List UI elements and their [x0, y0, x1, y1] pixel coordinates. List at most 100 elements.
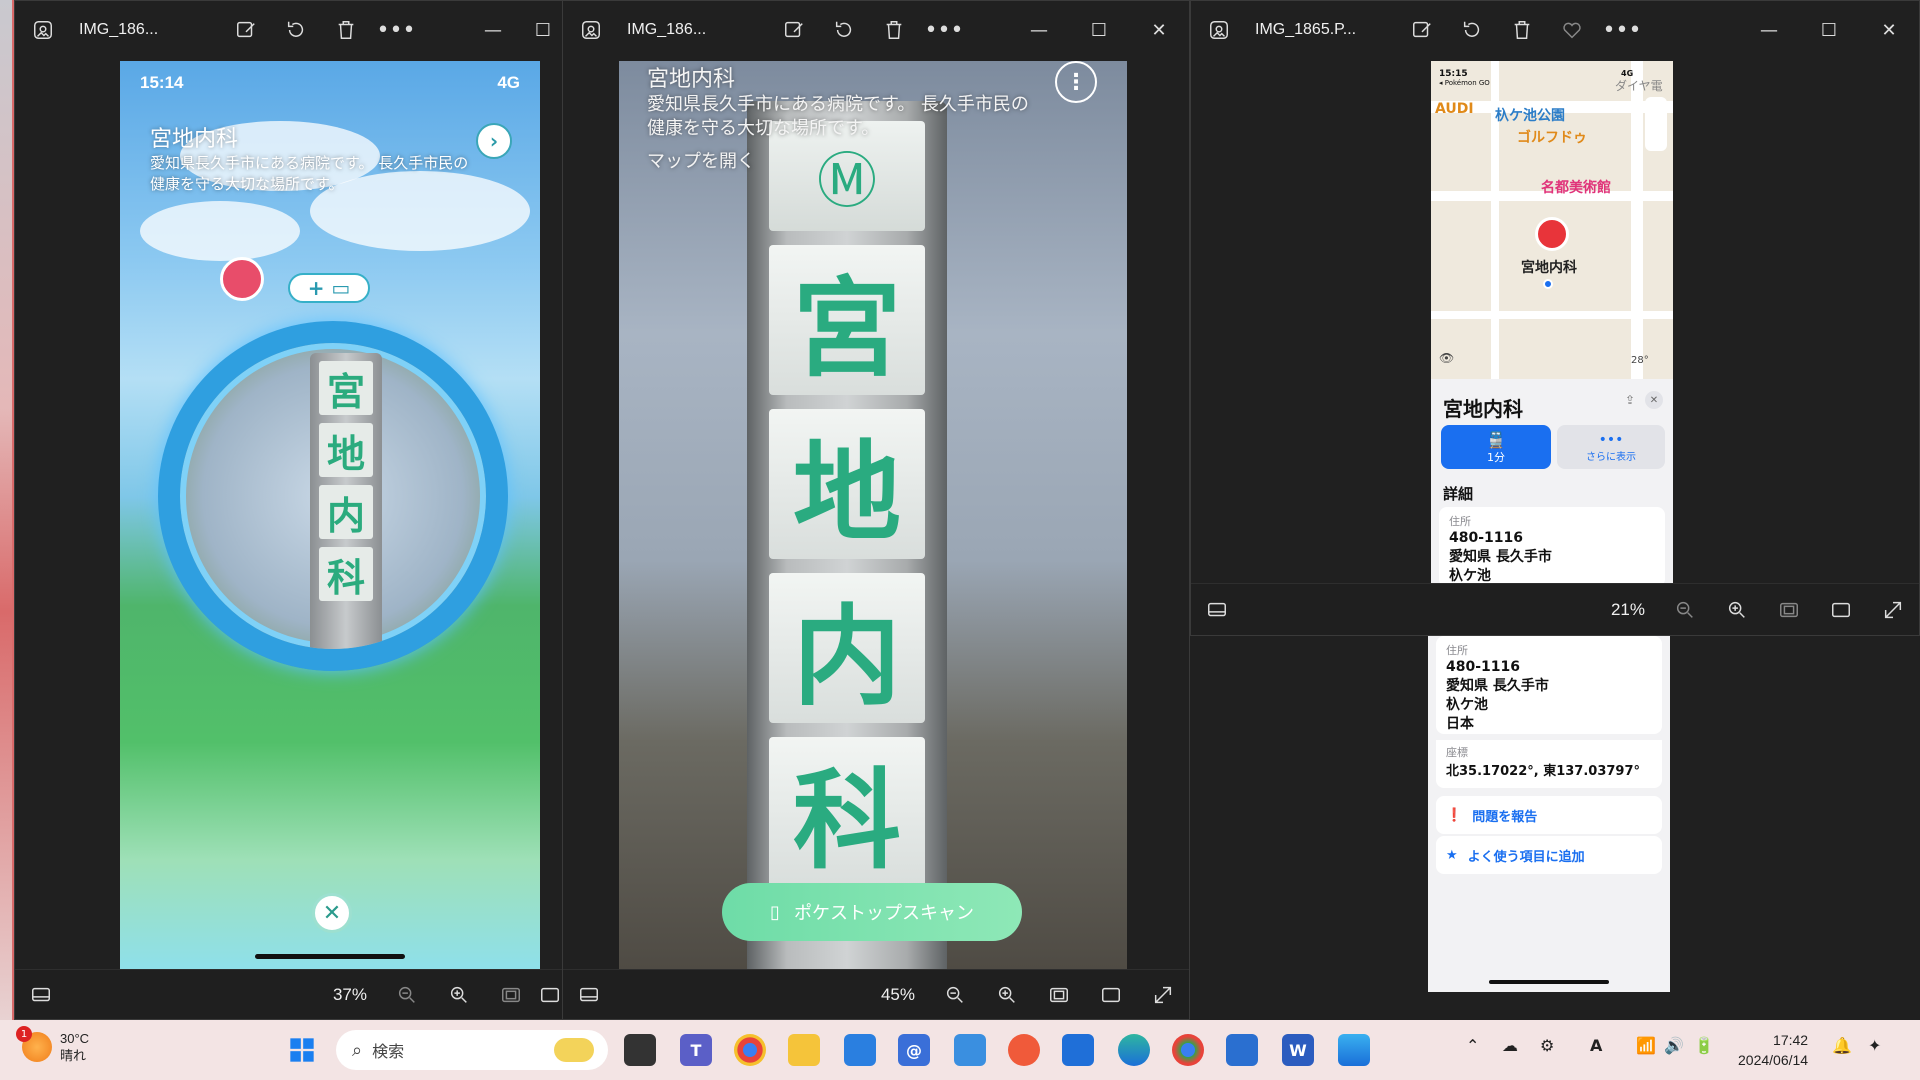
maximize-icon: ☐ — [1090, 19, 1108, 41]
filmstrip-button[interactable] — [563, 970, 615, 1020]
zoom-out-button[interactable] — [381, 970, 433, 1020]
ime-icon[interactable]: A — [1590, 1036, 1602, 1055]
share-icon[interactable]: ⇪ — [1625, 393, 1635, 407]
close-button[interactable]: ✕ — [1129, 1, 1189, 59]
delete-button[interactable] — [1497, 1, 1547, 59]
edit-button[interactable] — [1397, 1, 1447, 59]
pokestop-scan-button[interactable]: ▯ ポケストップスキャン — [722, 883, 1022, 941]
minimize-button[interactable]: — — [1739, 1, 1799, 59]
title-bar[interactable]: IMG_186... ••• — ☐ — [15, 1, 563, 59]
minimize-icon: — — [1760, 19, 1778, 41]
notification-bell-icon[interactable]: 🔔 — [1832, 1036, 1852, 1055]
weather-widget[interactable]: 1 30°C 晴れ — [16, 1026, 89, 1064]
copilot-icon[interactable]: ✦ — [1868, 1036, 1881, 1055]
taskbar: 1 30°C 晴れ ⌕ 検索 T @ W ⌃ ☁ ⚙ A 📶 🔊 🔋 17:42… — [0, 1020, 1920, 1080]
actual-size-icon — [1102, 987, 1120, 1002]
edit-button[interactable] — [769, 1, 819, 59]
photos-window-3[interactable]: IMG_1865.P... ••• — ☐ ✕ 15:15 ◂ Pokémon … — [1190, 0, 1920, 636]
pokestop-disc[interactable]: 宮 地 内 科 — [158, 321, 508, 671]
fit-button[interactable] — [1033, 970, 1085, 1020]
close-icon[interactable]: ✕ — [312, 893, 352, 933]
more-vertical-icon[interactable]: ⋮ — [1055, 61, 1097, 103]
more-button[interactable]: ••• — [1597, 1, 1647, 59]
zoom-in-button[interactable] — [981, 970, 1033, 1020]
fullscreen-button[interactable] — [1867, 585, 1919, 635]
photos-window-1[interactable]: IMG_186... ••• — ☐ 15:14 4G 宮地内科 愛知県長久手市… — [14, 0, 564, 1020]
wifi-icon[interactable]: 📶 — [1636, 1036, 1656, 1055]
more-label: さらに表示 — [1586, 451, 1636, 463]
map-controls[interactable] — [1645, 97, 1667, 151]
file-explorer-button[interactable] — [788, 1034, 820, 1066]
taskbar-search[interactable]: ⌕ 検索 — [336, 1030, 608, 1070]
open-map-link[interactable]: マップを開く — [647, 147, 755, 173]
chrome-button[interactable] — [734, 1034, 766, 1066]
chrome-profile-button[interactable] — [1172, 1034, 1204, 1066]
more-button[interactable]: ••• — [919, 1, 969, 59]
rotate-button[interactable] — [271, 1, 321, 59]
notepad-button[interactable] — [1226, 1034, 1258, 1066]
desktop-wallpaper — [0, 0, 12, 1020]
scan-label: ポケストップスキャン — [793, 903, 974, 924]
rotate-button[interactable] — [1447, 1, 1497, 59]
zoom-out-button[interactable] — [1659, 585, 1711, 635]
close-button[interactable]: ✕ — [1859, 1, 1919, 59]
rotate-icon — [835, 21, 852, 37]
photos-button[interactable] — [1338, 1034, 1370, 1066]
mail-button[interactable]: @ — [898, 1034, 930, 1066]
delete-button[interactable] — [869, 1, 919, 59]
teams-button[interactable]: T — [680, 1034, 712, 1066]
start-button[interactable] — [286, 1034, 318, 1066]
filmstrip-button[interactable] — [15, 970, 67, 1020]
battery-icon[interactable]: 🔋 — [1694, 1036, 1714, 1055]
onedrive-icon[interactable]: ☁ — [1502, 1036, 1518, 1055]
zoom-out-button[interactable] — [929, 970, 981, 1020]
title-bar[interactable]: IMG_1865.P... ••• — ☐ ✕ — [1191, 1, 1919, 59]
close-icon[interactable]: ✕ — [1645, 391, 1663, 409]
more-button[interactable]: ••• — [371, 1, 421, 59]
zoom-in-button[interactable] — [433, 970, 485, 1020]
app-button-1[interactable] — [844, 1034, 876, 1066]
actual-size-button[interactable] — [1815, 585, 1867, 635]
minimize-button[interactable]: — — [463, 1, 523, 59]
app-button-2[interactable] — [954, 1034, 986, 1066]
minimize-button[interactable]: — — [1009, 1, 1069, 59]
edge-button[interactable] — [1118, 1034, 1150, 1066]
title-bar[interactable]: IMG_186... ••• — ☐ ✕ — [563, 1, 1189, 59]
tray-app-icon[interactable]: ⚙ — [1540, 1036, 1554, 1055]
address-line: 480-1116 — [1446, 659, 1520, 675]
add-favorite-button[interactable]: ★ よく使う項目に追加 — [1436, 836, 1662, 874]
edit-button[interactable] — [221, 1, 271, 59]
maximize-button[interactable]: ☐ — [523, 1, 563, 59]
delete-button[interactable] — [321, 1, 371, 59]
maximize-button[interactable]: ☐ — [1799, 1, 1859, 59]
task-view-button[interactable] — [624, 1034, 656, 1066]
photos-window-2[interactable]: IMG_186... ••• — ☐ ✕ Ⓜ 宮 地 内 科 宮地内科 愛知県長… — [562, 0, 1190, 1020]
fit-button[interactable] — [485, 970, 537, 1020]
transit-directions-button[interactable]: 🚆 1分 — [1441, 425, 1551, 469]
address-line: 杁ケ池 — [1446, 697, 1488, 713]
fit-button[interactable] — [1763, 585, 1815, 635]
tray-chevron-icon[interactable]: ⌃ — [1466, 1036, 1479, 1055]
app-button-3[interactable] — [1008, 1034, 1040, 1066]
volume-icon[interactable]: 🔊 — [1664, 1036, 1684, 1055]
look-around-icon[interactable]: 👁 — [1439, 351, 1454, 365]
taskbar-clock[interactable]: 17:42 2024/06/14 — [1738, 1030, 1808, 1070]
fullscreen-button[interactable] — [1137, 970, 1189, 1020]
back-to-app[interactable]: ◂ Pokémon GO — [1439, 79, 1490, 87]
add-lure-button[interactable]: + ▭ — [288, 273, 370, 303]
clock-date: 2024/06/14 — [1738, 1052, 1809, 1068]
report-issue-button[interactable]: ❗ 問題を報告 — [1436, 796, 1662, 834]
more-options-button[interactable]: ••• さらに表示 — [1557, 425, 1665, 469]
rotate-button[interactable] — [819, 1, 869, 59]
maximize-button[interactable]: ☐ — [1069, 1, 1129, 59]
actual-size-button[interactable] — [1085, 970, 1137, 1020]
chevron-right-icon[interactable]: › — [476, 123, 512, 159]
word-button[interactable]: W — [1282, 1034, 1314, 1066]
actual-size-button[interactable] — [537, 970, 563, 1020]
location-pin-icon[interactable] — [1535, 217, 1569, 251]
more-icon: ••• — [1598, 431, 1624, 448]
filmstrip-button[interactable] — [1191, 585, 1243, 635]
favorite-button[interactable] — [1547, 1, 1597, 59]
zoom-in-button[interactable] — [1711, 585, 1763, 635]
store-button[interactable] — [1062, 1034, 1094, 1066]
